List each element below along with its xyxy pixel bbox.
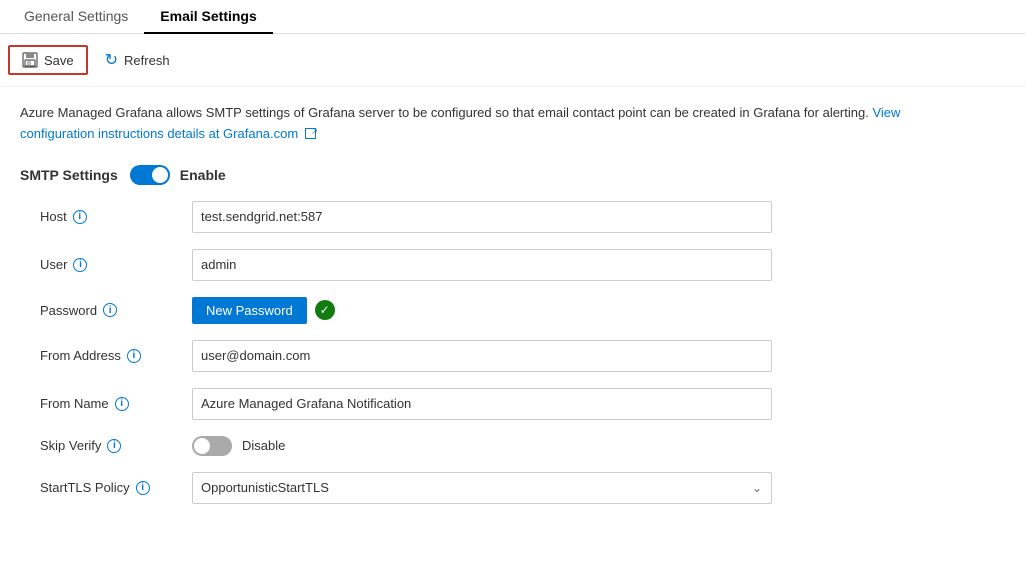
- host-label: Host i: [40, 209, 180, 224]
- toggle-thumb: [152, 167, 168, 183]
- new-password-button[interactable]: New Password: [192, 297, 307, 324]
- smtp-form: Host i User i Password i New Password: [20, 201, 1005, 504]
- smtp-enable-toggle-wrapper: Enable: [130, 165, 226, 185]
- host-row: Host i: [40, 201, 1005, 233]
- skip-verify-row: Skip Verify i Disable: [40, 436, 1005, 456]
- smtp-label: SMTP Settings: [20, 167, 118, 183]
- tab-general-label: General Settings: [24, 8, 128, 24]
- smtp-enable-label: Enable: [180, 167, 226, 183]
- skip-verify-label: Skip Verify i: [40, 438, 180, 453]
- starttls-row: StartTLS Policy i OpportunisticStartTLS …: [40, 472, 1005, 504]
- external-link-icon: ↗: [305, 128, 316, 139]
- user-label: User i: [40, 257, 180, 272]
- toolbar: Save ↻ Refresh: [0, 34, 1025, 87]
- password-label: Password i: [40, 303, 180, 318]
- description-text: Azure Managed Grafana allows SMTP settin…: [20, 103, 920, 145]
- from-address-row: From Address i: [40, 340, 1005, 372]
- toggle-track: [130, 165, 170, 185]
- host-info-icon: i: [73, 210, 87, 224]
- skip-verify-track: [192, 436, 232, 456]
- password-row: Password i New Password ✓: [40, 297, 1005, 324]
- from-name-info-icon: i: [115, 397, 129, 411]
- password-check-icon: ✓: [315, 300, 335, 320]
- refresh-button[interactable]: ↻ Refresh: [92, 44, 183, 76]
- smtp-enable-toggle[interactable]: [130, 165, 170, 185]
- skip-verify-toggle-label: Disable: [242, 438, 285, 453]
- refresh-label: Refresh: [124, 53, 170, 68]
- starttls-select-wrapper: OpportunisticStartTLS MandatoryStartTLS …: [192, 472, 772, 504]
- from-name-label: From Name i: [40, 396, 180, 411]
- tab-email-label: Email Settings: [160, 8, 256, 24]
- main-content: Azure Managed Grafana allows SMTP settin…: [0, 87, 1025, 536]
- host-input[interactable]: [192, 201, 772, 233]
- from-name-row: From Name i: [40, 388, 1005, 420]
- from-address-label: From Address i: [40, 348, 180, 363]
- starttls-info-icon: i: [136, 481, 150, 495]
- user-info-icon: i: [73, 258, 87, 272]
- tab-bar: General Settings Email Settings: [0, 0, 1025, 34]
- skip-verify-thumb: [194, 438, 210, 454]
- save-icon: [22, 52, 38, 68]
- user-input[interactable]: [192, 249, 772, 281]
- tab-general-settings[interactable]: General Settings: [8, 0, 144, 34]
- skip-verify-toggle[interactable]: [192, 436, 232, 456]
- password-controls: New Password ✓: [192, 297, 335, 324]
- starttls-label: StartTLS Policy i: [40, 480, 180, 495]
- from-address-input[interactable]: [192, 340, 772, 372]
- refresh-icon: ↻: [105, 50, 118, 70]
- description-main: Azure Managed Grafana allows SMTP settin…: [20, 105, 869, 120]
- starttls-select[interactable]: OpportunisticStartTLS MandatoryStartTLS …: [192, 472, 772, 504]
- from-address-info-icon: i: [127, 349, 141, 363]
- new-password-label: New Password: [206, 303, 293, 318]
- user-row: User i: [40, 249, 1005, 281]
- tab-email-settings[interactable]: Email Settings: [144, 0, 272, 34]
- from-name-input[interactable]: [192, 388, 772, 420]
- save-button[interactable]: Save: [8, 45, 88, 75]
- smtp-section-header: SMTP Settings Enable: [20, 165, 1005, 185]
- save-label: Save: [44, 53, 74, 68]
- skip-verify-info-icon: i: [107, 439, 121, 453]
- password-info-icon: i: [103, 303, 117, 317]
- skip-verify-toggle-wrapper: Disable: [192, 436, 285, 456]
